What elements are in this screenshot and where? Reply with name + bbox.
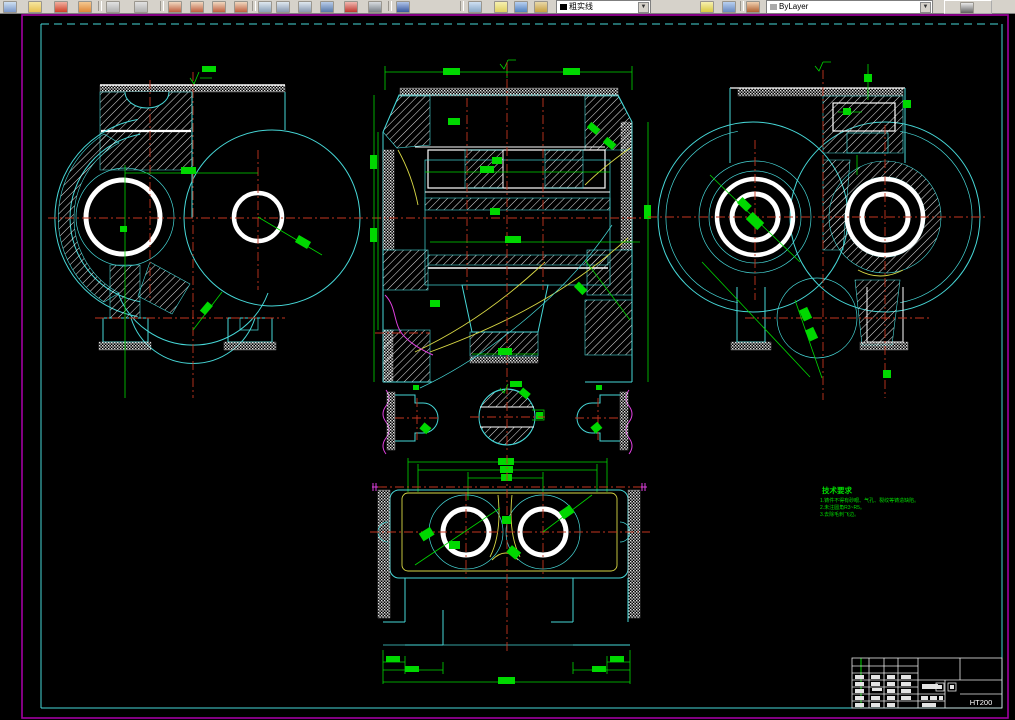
detail-view-left: [382, 385, 440, 455]
layers-icon[interactable]: [468, 1, 482, 13]
layer-on-icon[interactable]: [494, 1, 508, 13]
dim-style-button[interactable]: [944, 0, 992, 14]
chevron-down-icon[interactable]: ▼: [638, 2, 649, 13]
info-icon[interactable]: [396, 1, 410, 13]
zoom-window-icon[interactable]: [190, 1, 204, 13]
hatch-icon[interactable]: [320, 1, 334, 13]
layer-freeze-icon[interactable]: [514, 1, 528, 13]
zoom-realtime-icon[interactable]: [168, 1, 182, 13]
section-view: [370, 59, 651, 390]
layer-dropdown-value: 粗实线: [569, 2, 593, 11]
save-icon[interactable]: [54, 1, 68, 13]
color-swatch: [770, 3, 777, 10]
layer-prev-icon[interactable]: [722, 1, 736, 13]
tech-requirements-title: 技术要求: [822, 485, 852, 495]
drawing-area[interactable]: 技术要求 1.铸件不得有砂眼、气孔、裂纹等铸造缺陷。 2.未注圆角R3~R5。 …: [0, 14, 1015, 720]
undo-icon[interactable]: [106, 1, 120, 13]
detail-view-center: [470, 381, 545, 450]
top-view: [370, 455, 650, 684]
title-block: HT200: [851, 657, 1003, 709]
front-view: [48, 66, 368, 398]
drawing-canvas[interactable]: 技术要求 1.铸件不得有砂眼、气孔、裂纹等铸造缺陷。 2.未注圆角R3~R5。 …: [0, 14, 1015, 720]
separator: [740, 1, 744, 11]
separator: [98, 1, 102, 11]
pan-icon[interactable]: [234, 1, 248, 13]
detail-view-right: [575, 385, 633, 455]
properties-icon[interactable]: [746, 1, 760, 13]
layer-dropdown[interactable]: 粗实线 ▼: [556, 0, 651, 14]
separator: [160, 1, 164, 11]
separator: [388, 1, 392, 11]
roughness-icon: [814, 61, 831, 72]
erase-icon[interactable]: [344, 1, 358, 13]
zoom-previous-icon[interactable]: [212, 1, 226, 13]
tech-requirements-line: 3.去除毛刺飞边。: [820, 511, 859, 518]
tech-requirements: 技术要求 1.铸件不得有砂眼、气孔、裂纹等铸造缺陷。 2.未注圆角R3~R5。 …: [820, 485, 919, 518]
rear-view: [648, 61, 985, 400]
print-icon[interactable]: [78, 1, 92, 13]
layer-lock-icon[interactable]: [534, 1, 548, 13]
separator: [252, 1, 256, 11]
tech-requirements-line: 2.未注圆角R3~R5。: [820, 504, 865, 511]
chevron-down-icon[interactable]: ▼: [920, 2, 931, 13]
dim-style-icon: [960, 2, 974, 14]
toolbar: 粗实线 ▼ ByLayer ▼: [0, 0, 1015, 14]
layer-color-swatch: [560, 3, 567, 10]
separator: [460, 1, 464, 11]
open-icon[interactable]: [28, 1, 42, 13]
redo-icon[interactable]: [134, 1, 148, 13]
make-layer-icon[interactable]: [700, 1, 714, 13]
tech-requirements-line: 1.铸件不得有砂眼、气孔、裂纹等铸造缺陷。: [820, 497, 919, 504]
material-label: HT200: [970, 698, 993, 707]
color-dropdown[interactable]: ByLayer ▼: [766, 0, 933, 14]
block-icon[interactable]: [298, 1, 312, 13]
roughness-icon: [499, 59, 516, 70]
table-icon[interactable]: [276, 1, 290, 13]
new-icon[interactable]: [3, 1, 17, 13]
color-dropdown-value: ByLayer: [779, 2, 809, 11]
text-icon[interactable]: [258, 1, 272, 13]
grid-icon[interactable]: [368, 1, 382, 13]
